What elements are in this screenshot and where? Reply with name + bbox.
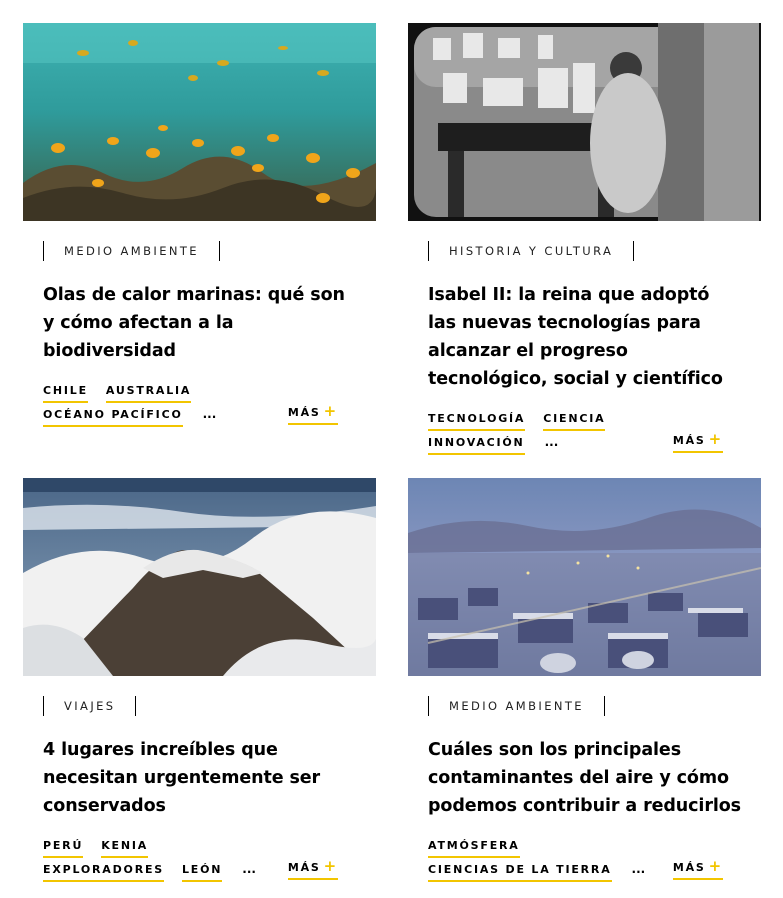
article-image-underwater-reef[interactable] (23, 23, 376, 221)
more-tags-ellipsis: ... (202, 407, 217, 421)
more-button[interactable]: MÁS + (672, 430, 723, 453)
tag-exploradores[interactable]: EXPLORADORES (43, 862, 164, 882)
article-card: HISTORIA Y CULTURA Isabel II: la reina q… (408, 23, 761, 455)
article-image-tv-broadcast[interactable] (408, 23, 761, 221)
more-label: MÁS (287, 861, 321, 874)
tag-chile[interactable]: CHILE (43, 383, 88, 403)
article-grid: MEDIO AMBIENTE Olas de calor marinas: qu… (0, 0, 783, 898)
more-button[interactable]: MÁS + (287, 857, 338, 880)
more-button[interactable]: MÁS + (672, 857, 723, 880)
tag-leon[interactable]: LEÓN (182, 862, 223, 882)
more-label: MÁS (672, 861, 706, 874)
tag-list: CHILE AUSTRALIA OCÉANO PACÍFICO... MÁS + (43, 379, 356, 427)
article-card: MEDIO AMBIENTE Olas de calor marinas: qu… (23, 23, 376, 427)
tag-peru[interactable]: PERÚ (43, 838, 84, 858)
article-image-smoggy-city[interactable] (408, 478, 761, 676)
article-title[interactable]: Olas de calor marinas: qué son y cómo af… (43, 281, 356, 365)
article-title[interactable]: 4 lugares increíbles que necesitan urgen… (43, 736, 356, 820)
article-card: VIAJES 4 lugares increíbles que necesita… (23, 478, 376, 882)
tag-ciencia[interactable]: CIENCIA (543, 411, 606, 431)
tag-list: ATMÓSFERA CIENCIAS DE LA TIERRA... MÁS + (428, 834, 741, 882)
category-label[interactable]: MEDIO AMBIENTE (43, 241, 220, 261)
more-label: MÁS (672, 434, 706, 447)
plus-icon: + (708, 857, 723, 875)
more-label: MÁS (287, 406, 321, 419)
aerial-mountain-image (23, 478, 376, 676)
tag-kenia[interactable]: KENIA (101, 838, 149, 858)
tag-australia[interactable]: AUSTRALIA (105, 383, 192, 403)
article-card: MEDIO AMBIENTE Cuáles son los principale… (408, 478, 761, 882)
underwater-reef-image (23, 23, 376, 221)
more-tags-ellipsis: ... (631, 862, 646, 876)
tag-innovacion[interactable]: INNOVACIÓN (428, 435, 525, 455)
category-label[interactable]: HISTORIA Y CULTURA (428, 241, 635, 261)
tag-list: TECNOLOGÍA CIENCIA INNOVACIÓN... MÁS + (428, 407, 741, 455)
more-tags-ellipsis: ... (242, 862, 256, 876)
article-image-mountain[interactable] (23, 478, 376, 676)
tag-atmosfera[interactable]: ATMÓSFERA (428, 838, 520, 858)
more-button[interactable]: MÁS + (287, 402, 338, 425)
article-title[interactable]: Isabel II: la reina que adoptó las nueva… (428, 281, 741, 393)
plus-icon: + (323, 857, 338, 875)
category-label[interactable]: VIAJES (43, 696, 137, 716)
more-tags-ellipsis: ... (544, 435, 559, 449)
tag-oceano-pacifico[interactable]: OCÉANO PACÍFICO (43, 407, 183, 427)
tv-broadcast-image (408, 23, 761, 221)
plus-icon: + (708, 430, 723, 448)
tag-tecnologia[interactable]: TECNOLOGÍA (428, 411, 526, 431)
plus-icon: + (323, 402, 338, 420)
tag-ciencias-de-la-tierra[interactable]: CIENCIAS DE LA TIERRA (428, 862, 612, 882)
article-title[interactable]: Cuáles son los principales contaminantes… (428, 736, 741, 820)
tag-list: PERÚ KENIA EXPLORADORES LEÓN... MÁS + (43, 834, 356, 882)
category-label[interactable]: MEDIO AMBIENTE (428, 696, 605, 716)
smoggy-city-image (408, 478, 761, 676)
